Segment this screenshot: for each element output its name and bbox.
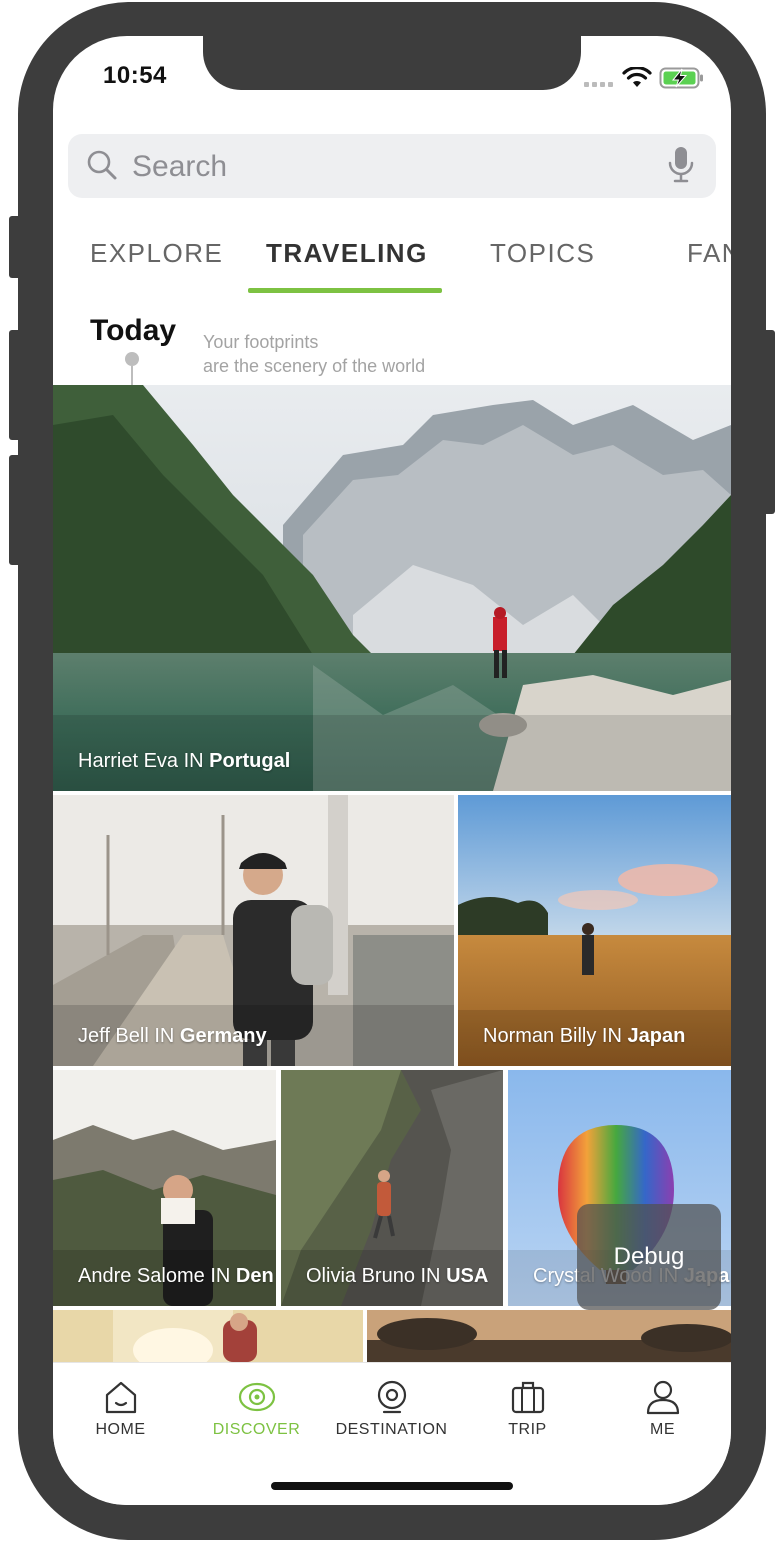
timeline-line <box>131 366 133 386</box>
photo-card-partial-right[interactable] <box>367 1310 731 1362</box>
timeline-dot <box>125 352 139 366</box>
search-input[interactable] <box>130 144 654 190</box>
caption-connector: IN <box>420 1265 441 1287</box>
tabbar-item-destination[interactable]: DESTINATION <box>324 1363 459 1453</box>
caption-place: Den <box>235 1265 274 1287</box>
volume-down-button <box>9 455 21 565</box>
notch <box>203 36 581 90</box>
caption-place: Germany <box>179 1025 267 1047</box>
debug-button[interactable]: Debug <box>577 1204 721 1310</box>
caption-place: Japan <box>627 1025 686 1047</box>
search-bar[interactable] <box>68 134 716 198</box>
caption-name: Norman Billy <box>483 1025 597 1047</box>
today-title: Today <box>90 314 177 347</box>
mountain-lake-image <box>53 385 731 791</box>
home-indicator[interactable] <box>271 1482 513 1490</box>
user-icon <box>646 1380 679 1415</box>
photo-caption: Harriet Eva IN Portugal <box>78 750 290 773</box>
caption-name: Jeff Bell <box>78 1025 149 1047</box>
status-time: 10:54 <box>103 62 167 89</box>
caption-connector: IN <box>183 750 204 772</box>
active-tab-indicator <box>248 288 442 293</box>
microphone-icon[interactable] <box>668 146 694 184</box>
photo-caption: Olivia Bruno IN USA <box>306 1265 488 1288</box>
photo-caption: Andre Salome IN Den <box>78 1265 274 1288</box>
today-tagline: Your footprints are the scenery of the w… <box>203 330 425 378</box>
cellular-signal-icon <box>584 82 613 87</box>
home-icon <box>105 1381 136 1414</box>
tabbar-label: ME <box>650 1421 675 1438</box>
tabbar-item-me[interactable]: ME <box>595 1363 730 1453</box>
tagline-line-2: are the scenery of the world <box>203 356 426 376</box>
caption-name: Harriet Eva <box>78 750 179 772</box>
wifi-icon <box>622 67 652 87</box>
caption-name: Olivia Bruno <box>306 1265 415 1287</box>
tabbar-label: DESTINATION <box>335 1421 448 1438</box>
tabbar-item-trip[interactable]: TRIP <box>460 1363 595 1453</box>
power-button <box>763 330 775 514</box>
tabbar-label: DISCOVER <box>212 1421 301 1438</box>
photo-caption: Norman Billy IN Japan <box>483 1025 685 1048</box>
caption-connector: IN <box>601 1025 622 1047</box>
tabbar-label: TRIP <box>508 1421 547 1438</box>
tab-topics[interactable]: TOPICS <box>490 238 595 269</box>
photo-caption: Jeff Bell IN Germany <box>78 1025 267 1048</box>
suitcase-icon <box>511 1381 544 1414</box>
building-image <box>53 1310 363 1362</box>
photo-card-germany[interactable]: Jeff Bell IN Germany <box>53 795 454 1066</box>
photo-card-den[interactable]: Andre Salome IN Den <box>53 1070 276 1306</box>
phone-screen: 10:54 EXPLORE TRAVELING TOPICS FAN Tod <box>53 36 731 1505</box>
tabbar-item-home[interactable]: HOME <box>53 1363 188 1453</box>
battery-charging-icon <box>659 67 703 89</box>
caption-place: USA <box>446 1265 489 1287</box>
location-pin-icon <box>377 1380 406 1414</box>
mute-switch <box>9 216 21 278</box>
caption-name: Andre Salome <box>78 1265 205 1287</box>
caption-place: Portugal <box>209 750 291 772</box>
sunset-image <box>367 1310 731 1362</box>
category-tabs: EXPLORE TRAVELING TOPICS FAN <box>53 236 731 296</box>
volume-up-button <box>9 330 21 440</box>
caption-connector: IN <box>210 1265 231 1287</box>
photo-card-japan[interactable]: Norman Billy IN Japan <box>458 795 731 1066</box>
tabbar-item-discover[interactable]: DISCOVER <box>189 1363 324 1453</box>
tab-explore[interactable]: EXPLORE <box>90 238 223 269</box>
photo-card-partial-left[interactable] <box>53 1310 363 1362</box>
tab-fan[interactable]: FAN <box>687 238 731 269</box>
tagline-line-1: Your footprints <box>203 332 319 352</box>
tab-traveling[interactable]: TRAVELING <box>266 238 428 269</box>
tabbar-label: HOME <box>95 1421 146 1438</box>
photo-card-portugal[interactable]: Harriet Eva IN Portugal <box>53 385 731 791</box>
search-icon <box>87 150 117 180</box>
eye-icon <box>238 1382 275 1412</box>
caption-connector: IN <box>154 1025 175 1047</box>
photo-card-usa[interactable]: Olivia Bruno IN USA <box>281 1070 503 1306</box>
